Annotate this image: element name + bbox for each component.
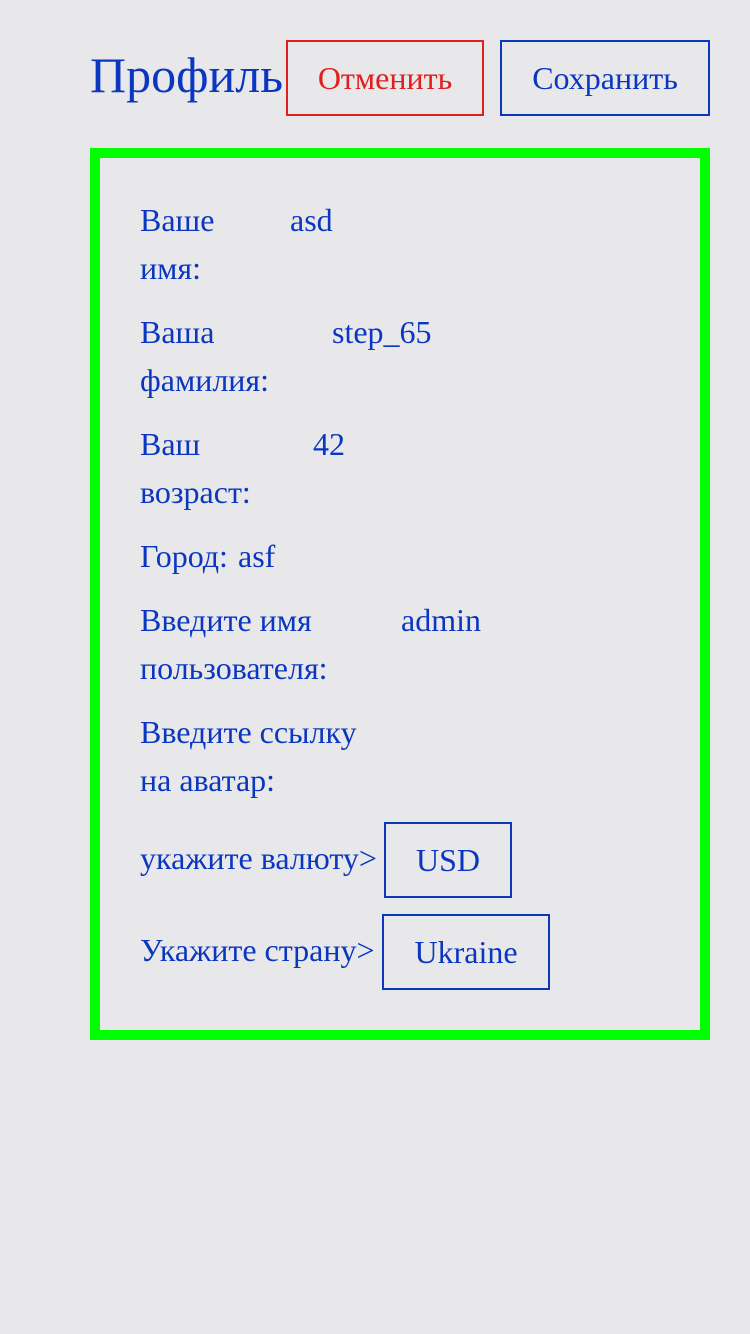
country-select[interactable]: Ukraine: [382, 914, 550, 990]
last-name-label-line2: фамилия:: [140, 362, 270, 398]
avatar-label-line1: Введите ссылку: [140, 714, 357, 750]
currency-label: укажите валюту>: [140, 840, 377, 876]
page-title: Профиль: [90, 47, 284, 103]
last-name-label-line1: Ваша: [140, 314, 215, 350]
age-label-line2: возраст:: [140, 474, 251, 510]
age-label-line1: Ваш: [140, 426, 201, 462]
first-name-label-line1: Ваше: [140, 202, 215, 238]
save-button[interactable]: Сохранить: [500, 40, 710, 116]
cancel-button[interactable]: Отменить: [286, 40, 484, 116]
username-label-line1: Введите имя: [140, 602, 312, 638]
username-label-line2: пользователя:: [140, 650, 328, 686]
first-name-value[interactable]: asd: [290, 196, 333, 244]
last-name-value[interactable]: step_65: [332, 308, 432, 356]
avatar-label-line2: на аватар:: [140, 762, 276, 798]
city-label: Город:: [140, 538, 228, 574]
country-label: Укажите страну>: [140, 932, 375, 968]
city-value[interactable]: asf: [238, 532, 275, 580]
currency-select[interactable]: USD: [384, 822, 512, 898]
username-value[interactable]: admin: [401, 596, 481, 644]
first-name-label-line2: имя:: [140, 250, 201, 286]
age-value[interactable]: 42: [313, 420, 345, 468]
